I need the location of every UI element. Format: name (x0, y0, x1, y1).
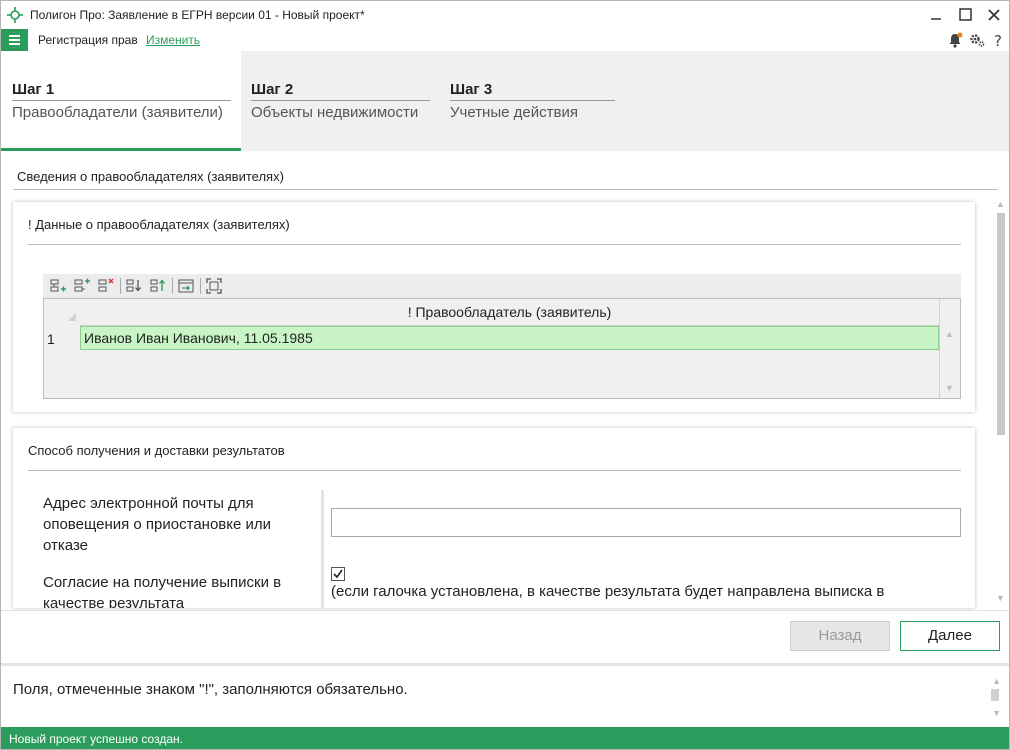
scroll-down-arrow-icon[interactable]: ▼ (945, 383, 954, 393)
minimize-button[interactable] (925, 5, 947, 25)
title-bar: Полигон Про: Заявление в ЕГРН версии 01 … (1, 1, 1009, 29)
grid-cell-holder[interactable]: Иванов Иван Иванович, 11.05.1985 (80, 326, 939, 350)
app-window: Полигон Про: Заявление в ЕГРН версии 01 … (0, 0, 1010, 750)
toolbar-separator (120, 278, 121, 294)
app-logo-icon (7, 7, 23, 23)
svg-text:?: ? (994, 32, 1002, 49)
wizard-steps: Шаг 1 Правообладатели (заявители) Шаг 2 … (1, 51, 1009, 151)
delivery-card-title: Способ получения и доставки результатов (28, 443, 285, 458)
buttons-divider (1, 610, 1009, 611)
add-row-icon[interactable] (49, 277, 67, 295)
consent-hint: (если галочка установлена, в качестве ре… (331, 583, 885, 600)
toolbar-separator (200, 278, 201, 294)
settings-gear-icon[interactable] (968, 31, 986, 49)
toolbar-separator (172, 278, 173, 294)
holders-card: ! Данные о правообладателях (заявителях) (13, 202, 975, 412)
step-3-underline (450, 100, 615, 101)
step-3-name: Учетные действия (450, 104, 578, 121)
help-icon[interactable]: ? (990, 31, 1008, 50)
back-button[interactable]: Назад (790, 621, 890, 651)
insert-row-icon[interactable] (73, 277, 91, 295)
maximize-button[interactable] (954, 5, 976, 25)
info-scrollbar-thumb[interactable] (991, 689, 999, 701)
email-label: Адрес электронной почты для оповещения о… (43, 495, 272, 554)
consent-label: Согласие на получение выписки в качестве… (43, 574, 282, 608)
scroll-up-arrow-icon[interactable]: ▲ (992, 676, 1001, 686)
info-text: Поля, отмеченные знаком "!", заполняются… (13, 681, 408, 698)
step-3-number: Шаг 3 (450, 81, 493, 98)
import-icon[interactable] (177, 277, 195, 295)
grid-column-header[interactable]: ! Правообладатель (заявитель) (80, 299, 939, 326)
holders-card-divider (28, 244, 961, 245)
step-1-tab[interactable]: Шаг 1 Правообладатели (заявители) (1, 51, 241, 151)
step-1-number: Шаг 1 (12, 81, 55, 98)
step-2-number: Шаг 2 (251, 81, 294, 98)
close-button[interactable] (983, 5, 1005, 25)
step-3-tab[interactable]: Шаг 3 Учетные действия (440, 51, 625, 151)
delivery-card-divider (28, 470, 961, 471)
scroll-up-arrow-icon[interactable]: ▲ (945, 329, 954, 339)
info-panel: Поля, отмеченные знаком "!", заполняются… (1, 663, 1009, 725)
status-bar: Новый проект успешно создан. (1, 727, 1009, 749)
window-title: Полигон Про: Заявление в ЕГРН версии 01 … (30, 8, 365, 22)
move-row-up-icon[interactable] (149, 277, 167, 295)
holders-card-title: ! Данные о правообладателях (заявителях) (28, 217, 290, 232)
email-input[interactable] (331, 508, 961, 537)
consent-checkbox[interactable] (331, 567, 345, 581)
section-title: Сведения о правообладателях (заявителях) (17, 169, 284, 184)
step-2-underline (251, 100, 430, 101)
form-column-divider (321, 490, 324, 608)
grid-corner (44, 299, 80, 326)
change-section-link[interactable]: Изменить (146, 33, 200, 47)
delivery-card: Способ получения и доставки результатов … (13, 428, 975, 608)
scrollbar-thumb[interactable] (997, 213, 1005, 435)
next-button[interactable]: Далее (900, 621, 1000, 651)
step-1-name: Правообладатели (заявители) (12, 104, 223, 121)
step-1-underline (12, 100, 231, 101)
step-2-tab[interactable]: Шаг 2 Объекты недвижимости (241, 51, 440, 151)
content-scrollbar[interactable]: ▲ ▼ (996, 199, 1006, 607)
status-text: Новый проект успешно создан. (9, 732, 183, 746)
step-2-name: Объекты недвижимости (251, 104, 419, 121)
bell-icon[interactable] (946, 31, 964, 49)
move-row-down-icon[interactable] (125, 277, 143, 295)
holders-grid: ! Правообладатель (заявитель) 1 Иванов И… (43, 298, 961, 399)
grid-scrollbar[interactable]: ▲ ▼ (939, 299, 960, 398)
scroll-up-arrow-icon[interactable]: ▲ (996, 199, 1005, 209)
expand-icon[interactable] (205, 277, 223, 295)
grid-row-number: 1 (47, 331, 55, 347)
scroll-down-arrow-icon[interactable]: ▼ (992, 708, 1001, 718)
hamburger-menu-button[interactable] (1, 29, 28, 51)
menu-bar: Регистрация прав Изменить ? (1, 29, 1009, 51)
delete-row-icon[interactable] (97, 277, 115, 295)
scroll-down-arrow-icon[interactable]: ▼ (996, 593, 1005, 603)
grid-toolbar (43, 274, 961, 298)
current-section: Регистрация прав (38, 33, 138, 47)
section-divider (13, 189, 998, 190)
